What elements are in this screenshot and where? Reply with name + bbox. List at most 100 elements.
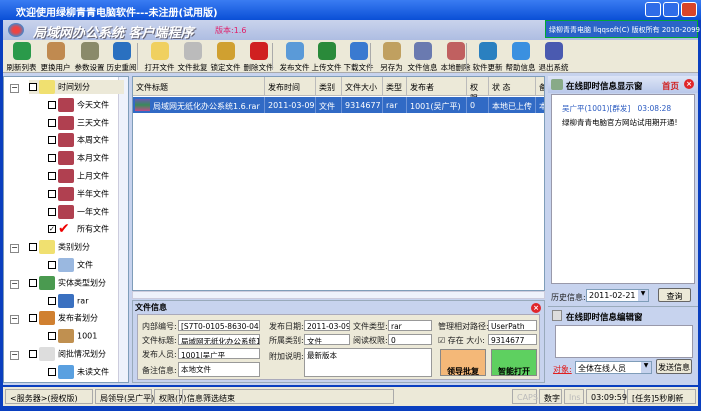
minimize-button[interactable] [645,2,661,17]
close-button[interactable] [681,2,697,17]
file-type-field[interactable]: rar [388,320,432,331]
collapse-toggle[interactable]: − [10,279,19,289]
tree-checkbox[interactable] [29,243,37,252]
table-cell[interactable]: 本地已上传 [489,97,536,113]
close-icon[interactable]: × [684,79,694,89]
collapse-toggle[interactable]: − [10,84,19,93]
tree-checkbox[interactable] [29,83,37,91]
read-perm-field[interactable]: 0 [388,334,432,345]
target-select[interactable]: 全体在线人员 ▼ [575,361,652,374]
leader-reply-button[interactable]: 领导批复 [440,349,486,376]
home-link[interactable]: 首页 [662,80,679,92]
column-header[interactable]: 发布者 [407,77,467,96]
tree-checkbox[interactable] [48,332,56,341]
tree-checkbox[interactable] [48,189,56,198]
tree-checkbox[interactable] [48,100,56,109]
tree-checkbox[interactable] [48,207,56,216]
column-header[interactable]: 权限 [467,77,489,103]
toolbar-button-local-delete[interactable]: 本地删除 [439,41,472,72]
tree-checkbox[interactable] [48,172,56,180]
toolbar-button-settings[interactable]: 参数设置 [73,41,106,72]
close-icon[interactable]: × [531,303,541,313]
history-date-select[interactable]: 2011-02-21 ▼ [586,289,649,302]
tree-checkbox[interactable] [29,278,37,287]
tree-node[interactable]: 类别划分 [29,240,90,255]
table-cell[interactable]: 文件 [316,97,342,113]
exists-checkbox[interactable]: ☑ 存在 大小: [438,335,485,346]
size-field[interactable]: 9314677 [488,334,537,345]
table-cell[interactable]: 9314677 [342,97,383,113]
toolbar-button-help[interactable]: 帮助信息 [504,41,537,72]
publisher-field[interactable]: 1001|吴广平 [178,348,260,359]
toolbar-button-file-info[interactable]: 文件信息 [406,41,439,72]
tree-node[interactable]: 本周文件 [48,133,109,148]
toolbar-button-lock[interactable]: 锁定文件 [209,41,242,72]
tree-node[interactable]: 发布者划分 [29,311,98,326]
pub-date-field[interactable]: 2011-03-09 [304,320,350,331]
tree-checkbox[interactable] [48,118,56,127]
tree-checkbox[interactable] [48,367,56,376]
path-field[interactable]: UserPath [488,320,537,331]
tree-node[interactable]: 实体类型划分 [29,275,106,290]
toolbar-button-save-as[interactable]: 另存为 [375,41,408,72]
toolbar-button-upload[interactable]: 上传文件 [310,41,343,72]
tree-node[interactable]: 阅批情况划分 [29,347,106,361]
toolbar-button-update[interactable]: 软件更新 [471,41,504,72]
query-button[interactable]: 查询 [658,288,691,302]
tree-scrollbar[interactable] [118,77,128,382]
tree-node[interactable]: 时间划分 [29,80,124,94]
table-cell[interactable]: rar [383,97,407,113]
tree-node[interactable]: 半年文件 [48,186,109,201]
table-cell[interactable]: 本 [536,97,544,113]
tree-node[interactable]: 1001 [48,329,97,344]
tree-node[interactable]: ✓ ✔ 所有文件 [48,222,109,236]
toolbar-button-edit[interactable]: 文件批复 [176,41,209,72]
column-header[interactable]: 备 [536,77,544,96]
internal-id-field[interactable]: [S7T0-0105-8630-0400-359 [178,320,260,331]
column-header[interactable]: 状 态 [489,77,536,96]
smart-open-button[interactable]: 智能打开 [491,349,537,376]
toolbar-button-globe[interactable]: 历史重阅 [105,41,138,72]
tree-node[interactable]: 三天文件 [48,115,109,130]
toolbar-button-publish[interactable]: 发布文件 [278,41,311,72]
tree-node[interactable]: rar [48,293,88,308]
toolbar-button-users[interactable]: 更换用户 [39,41,72,72]
tree-checkbox[interactable] [48,136,56,145]
remark-field[interactable]: 本地文件 [178,362,260,377]
tree-node[interactable]: 一年文件 [48,204,109,219]
column-header[interactable]: 发布时间 [265,77,316,96]
toolbar-button-refresh[interactable]: 刷新列表 [5,41,38,72]
table-horizontal-scrollbar[interactable] [132,291,545,299]
category-tree[interactable]: − 时间划分今天文件三天文件本周文件本月文件上月文件半年文件一年文件 ✓ ✔ 所有文件 −… [3,76,129,383]
tree-node[interactable]: 本月文件 [48,151,109,166]
column-header[interactable]: 类别 [316,77,342,96]
tree-node[interactable]: 今天文件 [48,97,109,112]
send-button[interactable]: 发送信息 [656,359,692,374]
file-title-field[interactable]: 局域网无纸化办公系统1.6 [178,334,260,345]
tree-checkbox[interactable]: ✓ [48,225,56,234]
collapse-toggle[interactable]: − [10,351,19,360]
tree-checkbox[interactable] [48,154,56,163]
toolbar-button-folder-open[interactable]: 打开文件 [143,41,176,72]
column-header[interactable]: 文件大小 [342,77,383,96]
table-cell[interactable]: 0 [467,97,489,113]
tree-node[interactable]: 上月文件 [48,169,109,183]
tree-checkbox[interactable] [29,314,37,323]
tree-node[interactable]: 文件 [48,258,93,272]
tree-node[interactable]: 未读文件 [48,364,109,379]
table-cell[interactable]: 1001(吴广平) [407,97,467,113]
collapse-toggle[interactable]: − [10,244,19,254]
tree-checkbox[interactable] [29,350,37,358]
category-field[interactable]: 文件 [304,334,350,345]
maximize-button[interactable] [663,2,679,17]
tree-checkbox[interactable] [48,261,56,269]
table-cell[interactable]: 局域网无纸化办公系统1.6.rar [133,97,265,113]
toolbar-button-exit[interactable]: 退出系统 [537,41,570,72]
table-cell[interactable]: 2011-03-09 [265,97,316,113]
collapse-toggle[interactable]: − [10,315,19,325]
toolbar-button-delete[interactable]: 删除文件 [242,41,275,72]
tree-checkbox[interactable] [48,296,56,305]
message-input[interactable] [555,325,693,358]
note-field[interactable]: 最新版本 [304,348,432,377]
column-header[interactable]: 类型 [383,77,407,96]
